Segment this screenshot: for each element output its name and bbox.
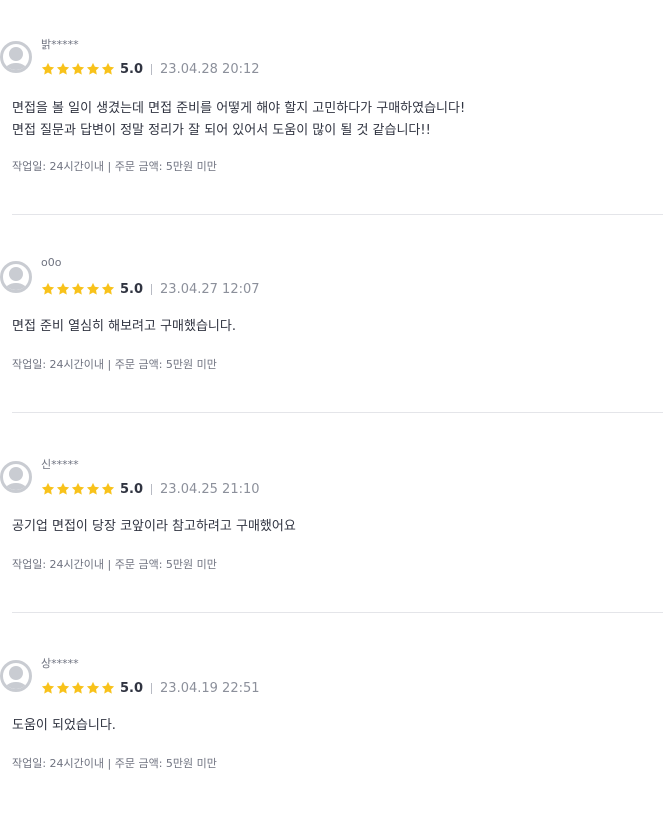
review-text-line: 면접 질문과 답변이 정말 정리가 잘 되어 있어서 도움이 많이 될 것 같습… [12,123,431,138]
review-item: 상***** 5.0 23.04.19 22:51 도움이 되었습니다. 작업일… [0,619,667,818]
star-icon [86,62,100,75]
divider [12,412,663,413]
review-item: o0o 5.0 23.04.27 12:07 면접 준비 열심히 해보려고 구매… [0,220,667,419]
star-icon [71,681,85,694]
user-placeholder-icon [4,267,28,290]
star-icon [101,282,115,295]
star-icon [41,482,55,495]
star-icon [86,482,100,495]
star-icon [56,282,70,295]
meta-divider [151,63,153,75]
star-rating [41,482,116,496]
review-tags: 작업일: 24시간이내 | 주문 금액: 5만원 미만 [12,358,217,371]
user-placeholder-icon [4,467,28,490]
review-text-line: 도움이 되었습니다. [12,718,116,733]
avatar [0,41,32,73]
star-icon [71,282,85,295]
review-tags: 작업일: 24시간이내 | 주문 금액: 5만원 미만 [12,160,217,173]
rating-score: 5.0 [120,680,144,696]
star-icon [41,62,55,75]
reviewer-name: 상***** [41,657,79,670]
star-rating [41,681,116,695]
review-meta: 5.0 23.04.28 20:12 [41,60,260,78]
review-text-line: 면접을 볼 일이 생겼는데 면접 준비를 어떻게 해야 할지 고민하다가 구매하… [12,101,466,116]
user-placeholder-icon [4,666,28,689]
review-text: 면접을 볼 일이 생겼는데 면접 준비를 어떻게 해야 할지 고민하다가 구매하… [12,98,667,142]
review-meta: 5.0 23.04.25 21:10 [41,480,260,498]
avatar [0,660,32,692]
review-date: 23.04.19 22:51 [160,680,260,696]
review-tags: 작업일: 24시간이내 | 주문 금액: 5만원 미만 [12,757,217,770]
divider [12,214,663,215]
review-tags: 작업일: 24시간이내 | 주문 금액: 5만원 미만 [12,558,217,571]
rating-score: 5.0 [120,61,144,77]
star-icon [101,62,115,75]
meta-divider [151,283,153,295]
review-date: 23.04.27 12:07 [160,281,260,297]
star-icon [71,482,85,495]
star-rating [41,282,116,296]
review-meta: 5.0 23.04.19 22:51 [41,679,260,697]
review-text: 도움이 되었습니다. [12,715,667,737]
divider [12,612,663,613]
star-icon [86,282,100,295]
avatar [0,261,32,293]
review-date: 23.04.28 20:12 [160,61,260,77]
rating-score: 5.0 [120,281,144,297]
rating-score: 5.0 [120,481,144,497]
avatar [0,461,32,493]
star-icon [56,482,70,495]
star-icon [71,62,85,75]
star-icon [56,681,70,694]
review-item: 밝***** 5.0 23.04.28 20:12 면접을 볼 일이 생겼는데 … [0,0,667,215]
star-rating [41,62,116,76]
review-date: 23.04.25 21:10 [160,481,260,497]
meta-divider [151,682,153,694]
reviewer-name: 신***** [41,458,79,471]
review-text: 공기업 면접이 당장 코앞이라 참고하려고 구매했어요 [12,516,667,538]
review-text-line: 공기업 면접이 당장 코앞이라 참고하려고 구매했어요 [12,519,296,534]
meta-divider [151,483,153,495]
reviewer-name: 밝***** [41,38,79,51]
reviewer-name: o0o [41,256,62,269]
star-icon [41,282,55,295]
star-icon [101,681,115,694]
review-text: 면접 준비 열심히 해보려고 구매했습니다. [12,316,667,338]
review-text-line: 면접 준비 열심히 해보려고 구매했습니다. [12,319,236,334]
star-icon [86,681,100,694]
review-meta: 5.0 23.04.27 12:07 [41,280,260,298]
review-item: 신***** 5.0 23.04.25 21:10 공기업 면접이 당장 코앞이… [0,420,667,619]
star-icon [56,62,70,75]
star-icon [101,482,115,495]
star-icon [41,681,55,694]
user-placeholder-icon [4,47,28,70]
